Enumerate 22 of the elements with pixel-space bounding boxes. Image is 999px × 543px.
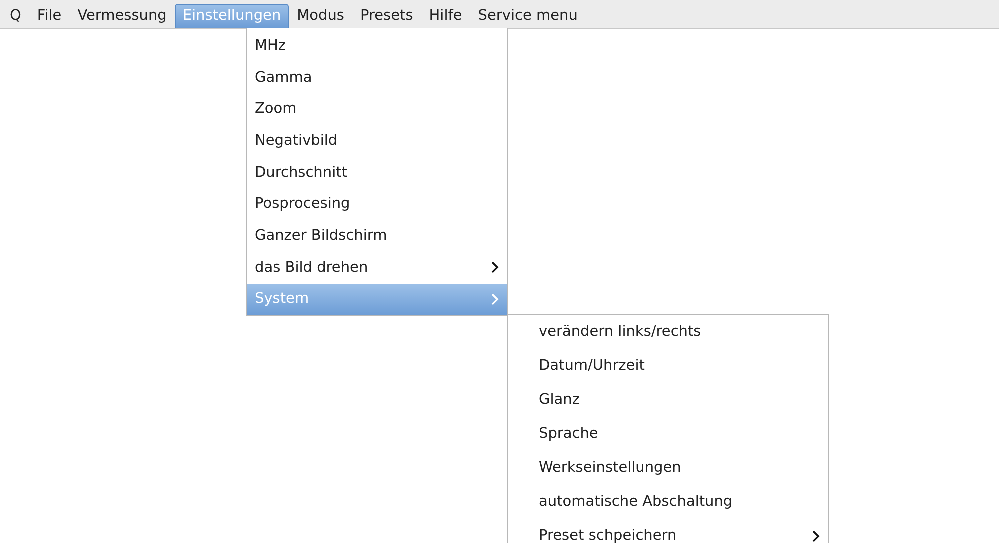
menu-item[interactable]: Durchschnitt [247,156,507,188]
menu-title[interactable]: Vermessung [70,4,175,28]
menu-item[interactable]: Gamma [247,62,507,94]
menu-item[interactable]: Datum/Uhrzeit [508,349,828,383]
menu-item[interactable]: Ganzer Bildschirm [247,220,507,252]
menu-item[interactable]: automatische Abschaltung [508,485,828,519]
menu-item[interactable]: Sprache [508,417,828,451]
menu-item[interactable]: verändern links/rechts [508,315,828,349]
menu-item[interactable]: Preset schpeichern [508,519,828,543]
menu-item[interactable]: Posprocesing [247,188,507,220]
menu-item[interactable]: das Bild drehen [247,252,507,284]
menu-item[interactable]: MHz [247,30,507,62]
menu-title[interactable]: Modus [289,4,352,28]
menu-title[interactable]: Service menu [470,4,586,28]
menu-item[interactable]: Werkseinstellungen [508,451,828,485]
menu-title[interactable]: File [29,4,70,28]
menu-title[interactable]: Hilfe [421,4,470,28]
menu-title[interactable]: Presets [352,4,422,28]
menu-item[interactable]: Glanz [508,383,828,417]
menu-title[interactable]: Q [2,4,30,28]
menu-item[interactable]: Negativbild [247,125,507,157]
menu-item[interactable]: Zoom [247,93,507,126]
